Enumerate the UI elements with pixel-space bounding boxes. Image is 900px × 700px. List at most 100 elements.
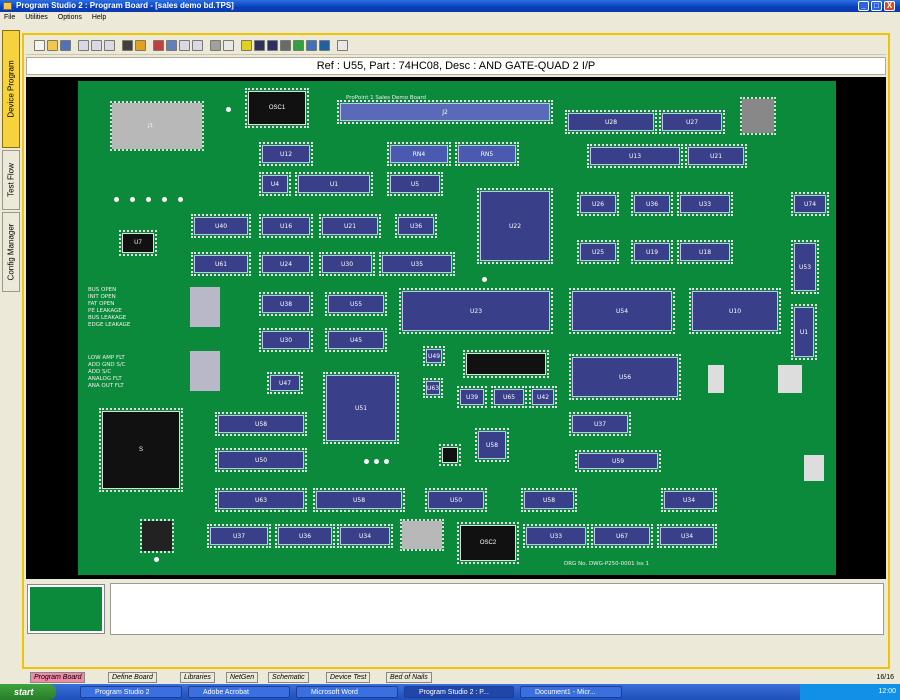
power-connector[interactable] <box>110 101 204 151</box>
output-panel[interactable] <box>110 583 884 635</box>
tab-libraries[interactable]: Libraries <box>180 672 215 683</box>
connector-icon[interactable] <box>267 40 278 51</box>
task-word[interactable]: Microsoft Word <box>296 686 398 698</box>
chip-u16[interactable]: U16 <box>259 214 313 238</box>
chip-u53[interactable]: U74 <box>791 192 829 216</box>
chip-u57[interactable]: U34 <box>657 524 717 548</box>
help-icon[interactable] <box>337 40 348 51</box>
chip-u25[interactable]: U53 <box>791 240 819 294</box>
tab-bed-of-nails[interactable]: Bed of Nails <box>386 672 432 683</box>
task-program-studio[interactable]: Program Studio 2 <box>80 686 182 698</box>
chip-u39[interactable]: U63 <box>423 378 443 398</box>
chip-u37[interactable]: U37 <box>207 524 271 548</box>
title-bar[interactable]: Program Studio 2 : Program Board - [sale… <box>0 0 900 12</box>
chip-u58[interactable]: U63 <box>215 488 307 512</box>
chip-u27[interactable]: U27 <box>659 110 725 134</box>
chip-u42[interactable]: U58 <box>215 412 307 436</box>
chip-u50[interactable]: U58 <box>313 488 405 512</box>
tab-test-flow[interactable]: Test Flow <box>2 150 20 210</box>
chip-u40[interactable]: U40 <box>191 214 251 238</box>
tab-define-board[interactable]: Define Board <box>108 672 157 683</box>
menu-utilities[interactable]: Utilities <box>25 14 48 21</box>
task-document1[interactable]: Document1 - Micr... <box>520 686 622 698</box>
chip-u74[interactable]: U55 <box>325 292 387 316</box>
chip-u5[interactable]: U5 <box>387 172 443 196</box>
board-icon[interactable] <box>293 40 304 51</box>
chip-u58b[interactable]: U58 <box>521 488 577 512</box>
chip-u17[interactable]: U19 <box>631 240 673 264</box>
chip-u30[interactable]: U30 <box>319 252 375 276</box>
zoom-out-icon[interactable] <box>91 40 102 51</box>
chip-u14[interactable]: U25 <box>577 240 619 264</box>
chip-u55[interactable]: U23 <box>399 288 553 334</box>
chip-u33[interactable]: U36 <box>631 192 673 216</box>
chip-u19[interactable]: U33 <box>677 192 733 216</box>
dip-switch-1[interactable] <box>190 287 220 327</box>
open-icon[interactable] <box>47 40 58 51</box>
chip-osc1[interactable]: OSC1 <box>245 88 309 128</box>
chip-u18[interactable]: U18 <box>677 240 733 264</box>
chip-u4[interactable]: U4 <box>259 172 291 196</box>
print-icon[interactable] <box>210 40 221 51</box>
resistor-pack[interactable] <box>400 519 444 551</box>
chip-u36b[interactable]: U36 <box>275 524 335 548</box>
percent-icon[interactable] <box>223 40 234 51</box>
chip-u56[interactable]: U58 <box>475 428 509 462</box>
menu-help[interactable]: Help <box>92 14 106 21</box>
jumper-1[interactable] <box>708 365 724 393</box>
close-button[interactable]: X <box>884 1 895 11</box>
minimize-button[interactable]: _ <box>858 1 869 11</box>
chip-u52[interactable]: U45 <box>325 328 387 352</box>
chip-u59[interactable]: U50 <box>215 448 307 472</box>
chip-u65[interactable]: U42 <box>529 386 557 408</box>
chip-j2[interactable]: J2 <box>337 100 553 124</box>
chip-u23[interactable]: U54 <box>569 288 675 334</box>
chip-u1[interactable]: U10 <box>689 288 781 334</box>
chip-s[interactable]: S <box>99 408 183 492</box>
chip-u34[interactable]: U34 <box>337 524 393 548</box>
chip-u28[interactable]: U28 <box>565 110 657 134</box>
zoom-fit-icon[interactable] <box>104 40 115 51</box>
jumper-3[interactable] <box>804 455 824 481</box>
chip-u12[interactable]: U12 <box>259 142 313 166</box>
chip-u49[interactable]: U65 <box>491 386 527 408</box>
save-icon[interactable] <box>60 40 71 51</box>
rotate-left-icon[interactable] <box>179 40 190 51</box>
pcb-board[interactable]: J1 OSC1 ProPoint 1 Sales Demo Board J2 U… <box>78 81 836 575</box>
chip-u45[interactable]: U1 <box>791 304 817 360</box>
rotate-right-icon[interactable] <box>192 40 203 51</box>
tab-config-manager[interactable]: Config Manager <box>2 212 20 292</box>
maximize-button[interactable]: □ <box>871 1 882 11</box>
layer-icon[interactable] <box>280 40 291 51</box>
dip-switch-2[interactable] <box>190 351 220 391</box>
chip-u21[interactable]: U21 <box>685 144 747 168</box>
chip-u38[interactable]: U38 <box>259 292 313 316</box>
chip-u35[interactable]: U35 <box>379 252 455 276</box>
chip-u13[interactable]: U13 <box>587 144 683 168</box>
probe-icon[interactable] <box>153 40 164 51</box>
chip-u51[interactable]: U50 <box>425 488 487 512</box>
chip-rn4[interactable]: RN4 <box>387 142 451 166</box>
task-program-studio-active[interactable]: Program Studio 2 : P... <box>404 686 514 698</box>
small-socket[interactable] <box>140 519 174 553</box>
jumper-block[interactable] <box>740 97 776 135</box>
tab-program-board[interactable]: Program Board <box>30 672 86 683</box>
grid-icon[interactable] <box>306 40 317 51</box>
chip-u7[interactable]: U7 <box>119 230 157 256</box>
header-connector[interactable] <box>463 350 549 378</box>
chip-u54[interactable]: U47 <box>267 372 303 394</box>
chip-u33b[interactable]: U33 <box>523 524 589 548</box>
chip-u21b[interactable]: U21 <box>319 214 381 238</box>
board-canvas[interactable]: J1 OSC1 ProPoint 1 Sales Demo Board J2 U… <box>26 77 886 579</box>
chip-u60[interactable]: U37 <box>569 412 631 436</box>
menu-file[interactable]: File <box>4 14 15 21</box>
undo-icon[interactable] <box>166 40 177 51</box>
binoculars-icon[interactable] <box>122 40 133 51</box>
board-thumbnail[interactable] <box>27 584 105 634</box>
chip-u55b[interactable]: U30 <box>259 328 313 352</box>
chip-u24[interactable]: U24 <box>259 252 313 276</box>
zoom-in-icon[interactable] <box>78 40 89 51</box>
new-icon[interactable] <box>34 40 45 51</box>
chip-rn5[interactable]: RN5 <box>455 142 519 166</box>
view-icon[interactable] <box>319 40 330 51</box>
